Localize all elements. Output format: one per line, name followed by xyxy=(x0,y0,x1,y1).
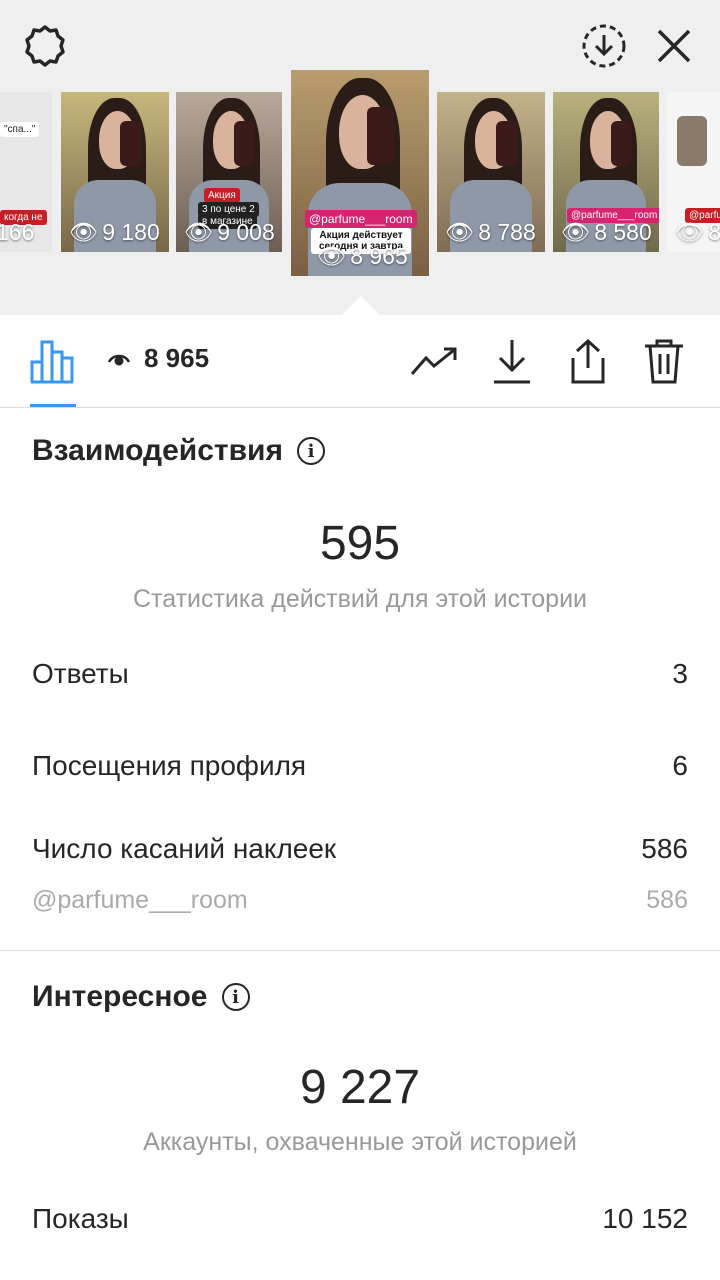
story-thumbnail[interactable]: 👁 9 180 xyxy=(61,92,169,252)
eye-icon: 👁 xyxy=(561,219,591,245)
sticker-tag: Акция xyxy=(204,188,240,203)
metric-row-sticker-taps: Число касаний наклеек 586 xyxy=(32,833,688,865)
eye-icon: 👁 xyxy=(675,219,705,245)
section-divider xyxy=(0,950,720,951)
info-icon[interactable]: i xyxy=(221,983,250,1011)
interactions-title: Взаимодействия xyxy=(32,434,283,467)
interactions-subtitle: Статистика действий для этой истории xyxy=(132,585,588,613)
metric-label: Посещения профиля xyxy=(32,750,307,781)
views-count-value: 8 965 xyxy=(144,343,210,373)
sticker-tag: @parfume___room xyxy=(305,210,417,228)
metric-value: 3 xyxy=(672,658,688,689)
story-views-count: 166 xyxy=(0,219,35,245)
share-icon[interactable] xyxy=(564,337,612,385)
discovery-title: Интересное xyxy=(32,980,208,1013)
eye-icon: 👁 xyxy=(445,219,475,245)
circle-download-icon[interactable] xyxy=(580,22,628,70)
story-thumbnail[interactable]: @parfum 👁8 xyxy=(667,92,720,252)
story-views-count: 👁 8 965 xyxy=(317,243,408,269)
story-thumbnail[interactable]: Акция 3 по цене 2 в магазине 👁 9 008 xyxy=(176,92,282,252)
metric-value: 6 xyxy=(672,750,688,781)
metric-label: Число касаний наклеек xyxy=(32,833,337,864)
eye-icon: 👁 xyxy=(69,219,99,245)
metric-value: 586 xyxy=(646,886,688,914)
metric-label: Показы xyxy=(32,1203,129,1234)
metric-value: 10 152 xyxy=(602,1203,688,1234)
story-views-count: 👁 8 xyxy=(675,219,720,245)
discovery-subtitle: Аккаунты, охваченные этой историей xyxy=(143,1128,577,1156)
story-strip-header: "спа..." когда не 166 👁 9 180 Акция 3 по … xyxy=(0,0,720,316)
selection-pointer xyxy=(341,296,381,316)
interactions-total: 595 xyxy=(319,517,401,570)
download-icon[interactable] xyxy=(488,337,536,385)
story-views-count: 👁 8 580 xyxy=(561,219,652,245)
metric-value: 586 xyxy=(641,833,688,864)
eye-icon: 👁 xyxy=(184,219,214,245)
bar-chart-icon[interactable] xyxy=(28,337,76,385)
story-action-bar: 8 965 xyxy=(0,315,720,408)
metric-label: @parfume___room xyxy=(32,886,248,914)
story-views-count: 👁 9 008 xyxy=(184,219,275,245)
trash-icon[interactable] xyxy=(640,337,688,385)
trending-arrow-icon[interactable] xyxy=(410,337,458,385)
story-views-count: 👁 8 788 xyxy=(445,219,536,245)
settings-gear-icon[interactable] xyxy=(20,22,70,72)
story-thumbnail[interactable]: "спа..." когда не 166 xyxy=(0,92,52,252)
story-thumbnails-strip[interactable]: "спа..." когда не 166 👁 9 180 Акция 3 по … xyxy=(0,70,720,280)
story-thumbnail-selected[interactable]: @parfume___room Акция действует сегодня … xyxy=(291,70,429,276)
discovery-section-title: Интересное i xyxy=(32,980,250,1014)
close-x-icon[interactable] xyxy=(652,24,696,68)
story-thumbnail[interactable]: 👁 8 788 xyxy=(437,92,545,252)
views-count: 8 965 xyxy=(107,343,210,374)
metric-label: Ответы xyxy=(32,658,129,689)
info-icon[interactable]: i xyxy=(296,437,325,465)
metric-row-profile-visits: Посещения профиля 6 xyxy=(32,750,688,782)
stats-tab-indicator xyxy=(30,404,76,407)
interactions-section-title: Взаимодействия i xyxy=(32,434,325,468)
story-views-count: 👁 9 180 xyxy=(69,219,160,245)
eye-icon xyxy=(107,343,131,374)
eye-icon: 👁 xyxy=(317,243,347,269)
story-thumbnail[interactable]: @parfume___room 👁 8 580 xyxy=(553,92,659,252)
metric-row-sticker-mention: @parfume___room 586 xyxy=(32,886,688,915)
metric-row-impressions: Показы 10 152 xyxy=(32,1203,688,1235)
metric-row-replies: Ответы 3 xyxy=(32,658,688,690)
discovery-total: 9 227 xyxy=(299,1061,421,1114)
